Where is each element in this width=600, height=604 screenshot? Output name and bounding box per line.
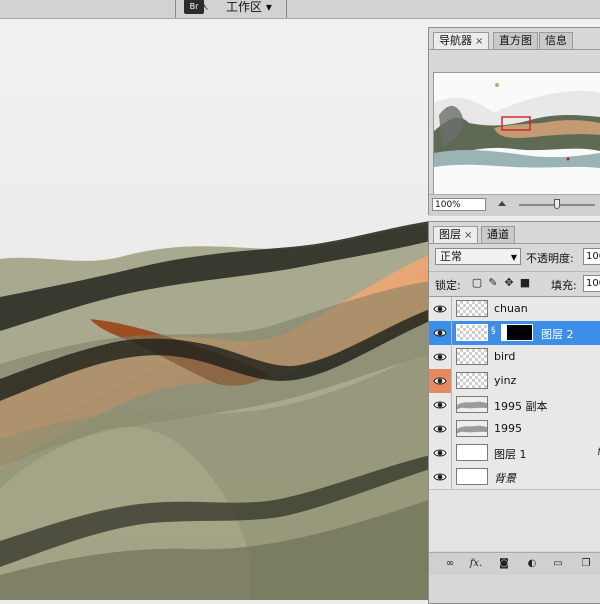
navigator-preview-image (434, 73, 600, 203)
layer-thumbnail (456, 300, 488, 317)
tab-label: 图层 (439, 228, 461, 241)
layer-thumbnail (456, 348, 488, 365)
bridge-icon: Br (189, 2, 199, 11)
tab-label: 通道 (487, 228, 509, 241)
bar-divider (175, 0, 176, 18)
application-bar: Br ↖ 工作区 ▾ (0, 0, 600, 19)
visibility-toggle[interactable] (429, 417, 452, 441)
layer-list: chuan § 图层 2 bird yinz 1995 副本 1995 图层 1f 背景 (429, 296, 600, 551)
opacity-label: 不透明度: (526, 252, 574, 265)
blend-mode-select[interactable]: 正常 ▼ (435, 248, 521, 265)
zoom-out-icon[interactable] (497, 198, 507, 208)
eye-icon (433, 473, 447, 481)
eye-icon (433, 305, 447, 313)
layer-name: 1995 副本 (494, 400, 548, 413)
link-layers-icon[interactable]: ∞ (443, 557, 457, 570)
tab-histogram[interactable]: 直方图 (493, 32, 538, 49)
layer-name: 图层 1 (494, 448, 527, 461)
lock-all-icon[interactable]: ■ (519, 277, 531, 289)
zoom-slider-thumb[interactable] (554, 199, 560, 209)
layer-row[interactable]: 1995 副本 (429, 393, 600, 418)
tab-channels[interactable]: 通道 (481, 226, 515, 243)
zoom-input[interactable]: 100% (432, 198, 486, 211)
fill-label: 填充: (551, 279, 577, 292)
cursor-arrow-icon: ↖ (201, 3, 209, 13)
layer-mask-thumbnail[interactable] (501, 324, 533, 341)
mask-white-area (502, 325, 507, 340)
layer-name: yinz (494, 374, 517, 387)
mask-link-icon[interactable]: § (491, 326, 496, 336)
new-layer-icon[interactable]: ❐ (579, 557, 593, 570)
eye-icon (433, 353, 447, 361)
fx-icon[interactable]: fx. (469, 557, 483, 570)
eye-icon (433, 329, 447, 337)
layer-name: 背景 (494, 472, 516, 485)
tab-label: 直方图 (499, 34, 532, 47)
visibility-toggle[interactable] (429, 441, 452, 465)
lock-label: 锁定: (435, 279, 461, 292)
layer-thumbnail (456, 468, 488, 485)
tab-label: 导航器 (439, 34, 472, 47)
visibility-toggle[interactable] (429, 345, 452, 369)
navigator-preview[interactable] (433, 72, 600, 204)
tab-info[interactable]: 信息 (539, 32, 573, 49)
visibility-toggle[interactable] (429, 297, 452, 321)
layer-row[interactable]: chuan (429, 297, 600, 322)
eye-icon (433, 449, 447, 457)
visibility-toggle[interactable] (429, 393, 452, 417)
layer-thumbnail (456, 372, 488, 389)
visibility-toggle[interactable] (429, 321, 452, 345)
lock-row: 锁定: ▢ ✎ ✥ ■ 填充: 100 (429, 271, 600, 296)
layer-thumbnail (456, 324, 488, 341)
lock-pixels-brush-icon[interactable]: ✎ (487, 277, 499, 289)
lock-transparency-icon[interactable]: ▢ (471, 277, 483, 289)
blend-mode-value: 正常 (440, 250, 462, 263)
visibility-toggle[interactable] (429, 369, 452, 393)
workspace-menu[interactable]: 工作区 ▾ (226, 0, 272, 15)
layer-thumbnail (456, 444, 488, 461)
close-icon[interactable]: × (464, 230, 472, 241)
navigator-panel: 导航器 × 直方图 信息 100% (428, 27, 600, 216)
dropdown-caret-icon: ▼ (510, 253, 517, 262)
close-icon[interactable]: × (475, 36, 483, 47)
layer-row[interactable]: 1995 (429, 417, 600, 442)
eye-icon (433, 377, 447, 385)
layer-row[interactable]: yinz (429, 369, 600, 394)
tab-label: 信息 (545, 34, 567, 47)
bridge-launch-button[interactable]: Br ↖ (184, 0, 209, 14)
layer-thumbnail (456, 396, 488, 413)
bar-divider (286, 0, 287, 18)
layer-name: 图层 2 (541, 328, 574, 341)
layer-row[interactable]: bird (429, 345, 600, 370)
add-mask-icon[interactable]: ◙ (497, 557, 511, 570)
layer-row[interactable]: 图层 1f (429, 441, 600, 466)
tab-layers[interactable]: 图层 × (433, 226, 479, 244)
eye-icon (433, 401, 447, 409)
tab-divider (429, 243, 600, 244)
layer-thumbnail (456, 420, 488, 437)
layer-row[interactable]: 背景 (429, 465, 600, 490)
layer-thumbnail-ink (457, 425, 487, 433)
new-group-icon[interactable]: ▭ (551, 557, 565, 570)
layers-footer: ∞ fx. ◙ ◐ ▭ ❐ (429, 552, 600, 575)
visibility-toggle[interactable] (429, 465, 452, 489)
layers-panel: 图层× 通道 正常 ▼ 不透明度: 100 锁定: ▢ ✎ ✥ ■ 填充: 10… (428, 221, 600, 604)
zoom-slider[interactable] (519, 199, 595, 209)
layer-name: bird (494, 350, 516, 363)
fill-input[interactable]: 100 (583, 275, 600, 292)
lock-position-move-icon[interactable]: ✥ (503, 277, 515, 289)
layer-name: 1995 (494, 422, 522, 435)
navigator-footer: 100% (429, 194, 600, 216)
layer-thumbnail-ink (457, 401, 487, 409)
tab-divider (429, 49, 600, 50)
layer-name: chuan (494, 302, 528, 315)
blend-row: 正常 ▼ 不透明度: 100 (429, 245, 600, 269)
layer-row[interactable]: § 图层 2 (429, 321, 600, 346)
tab-navigator[interactable]: 导航器 × (433, 32, 490, 50)
adjustment-layer-icon[interactable]: ◐ (525, 557, 539, 570)
opacity-input[interactable]: 100 (583, 248, 600, 265)
eye-icon (433, 425, 447, 433)
